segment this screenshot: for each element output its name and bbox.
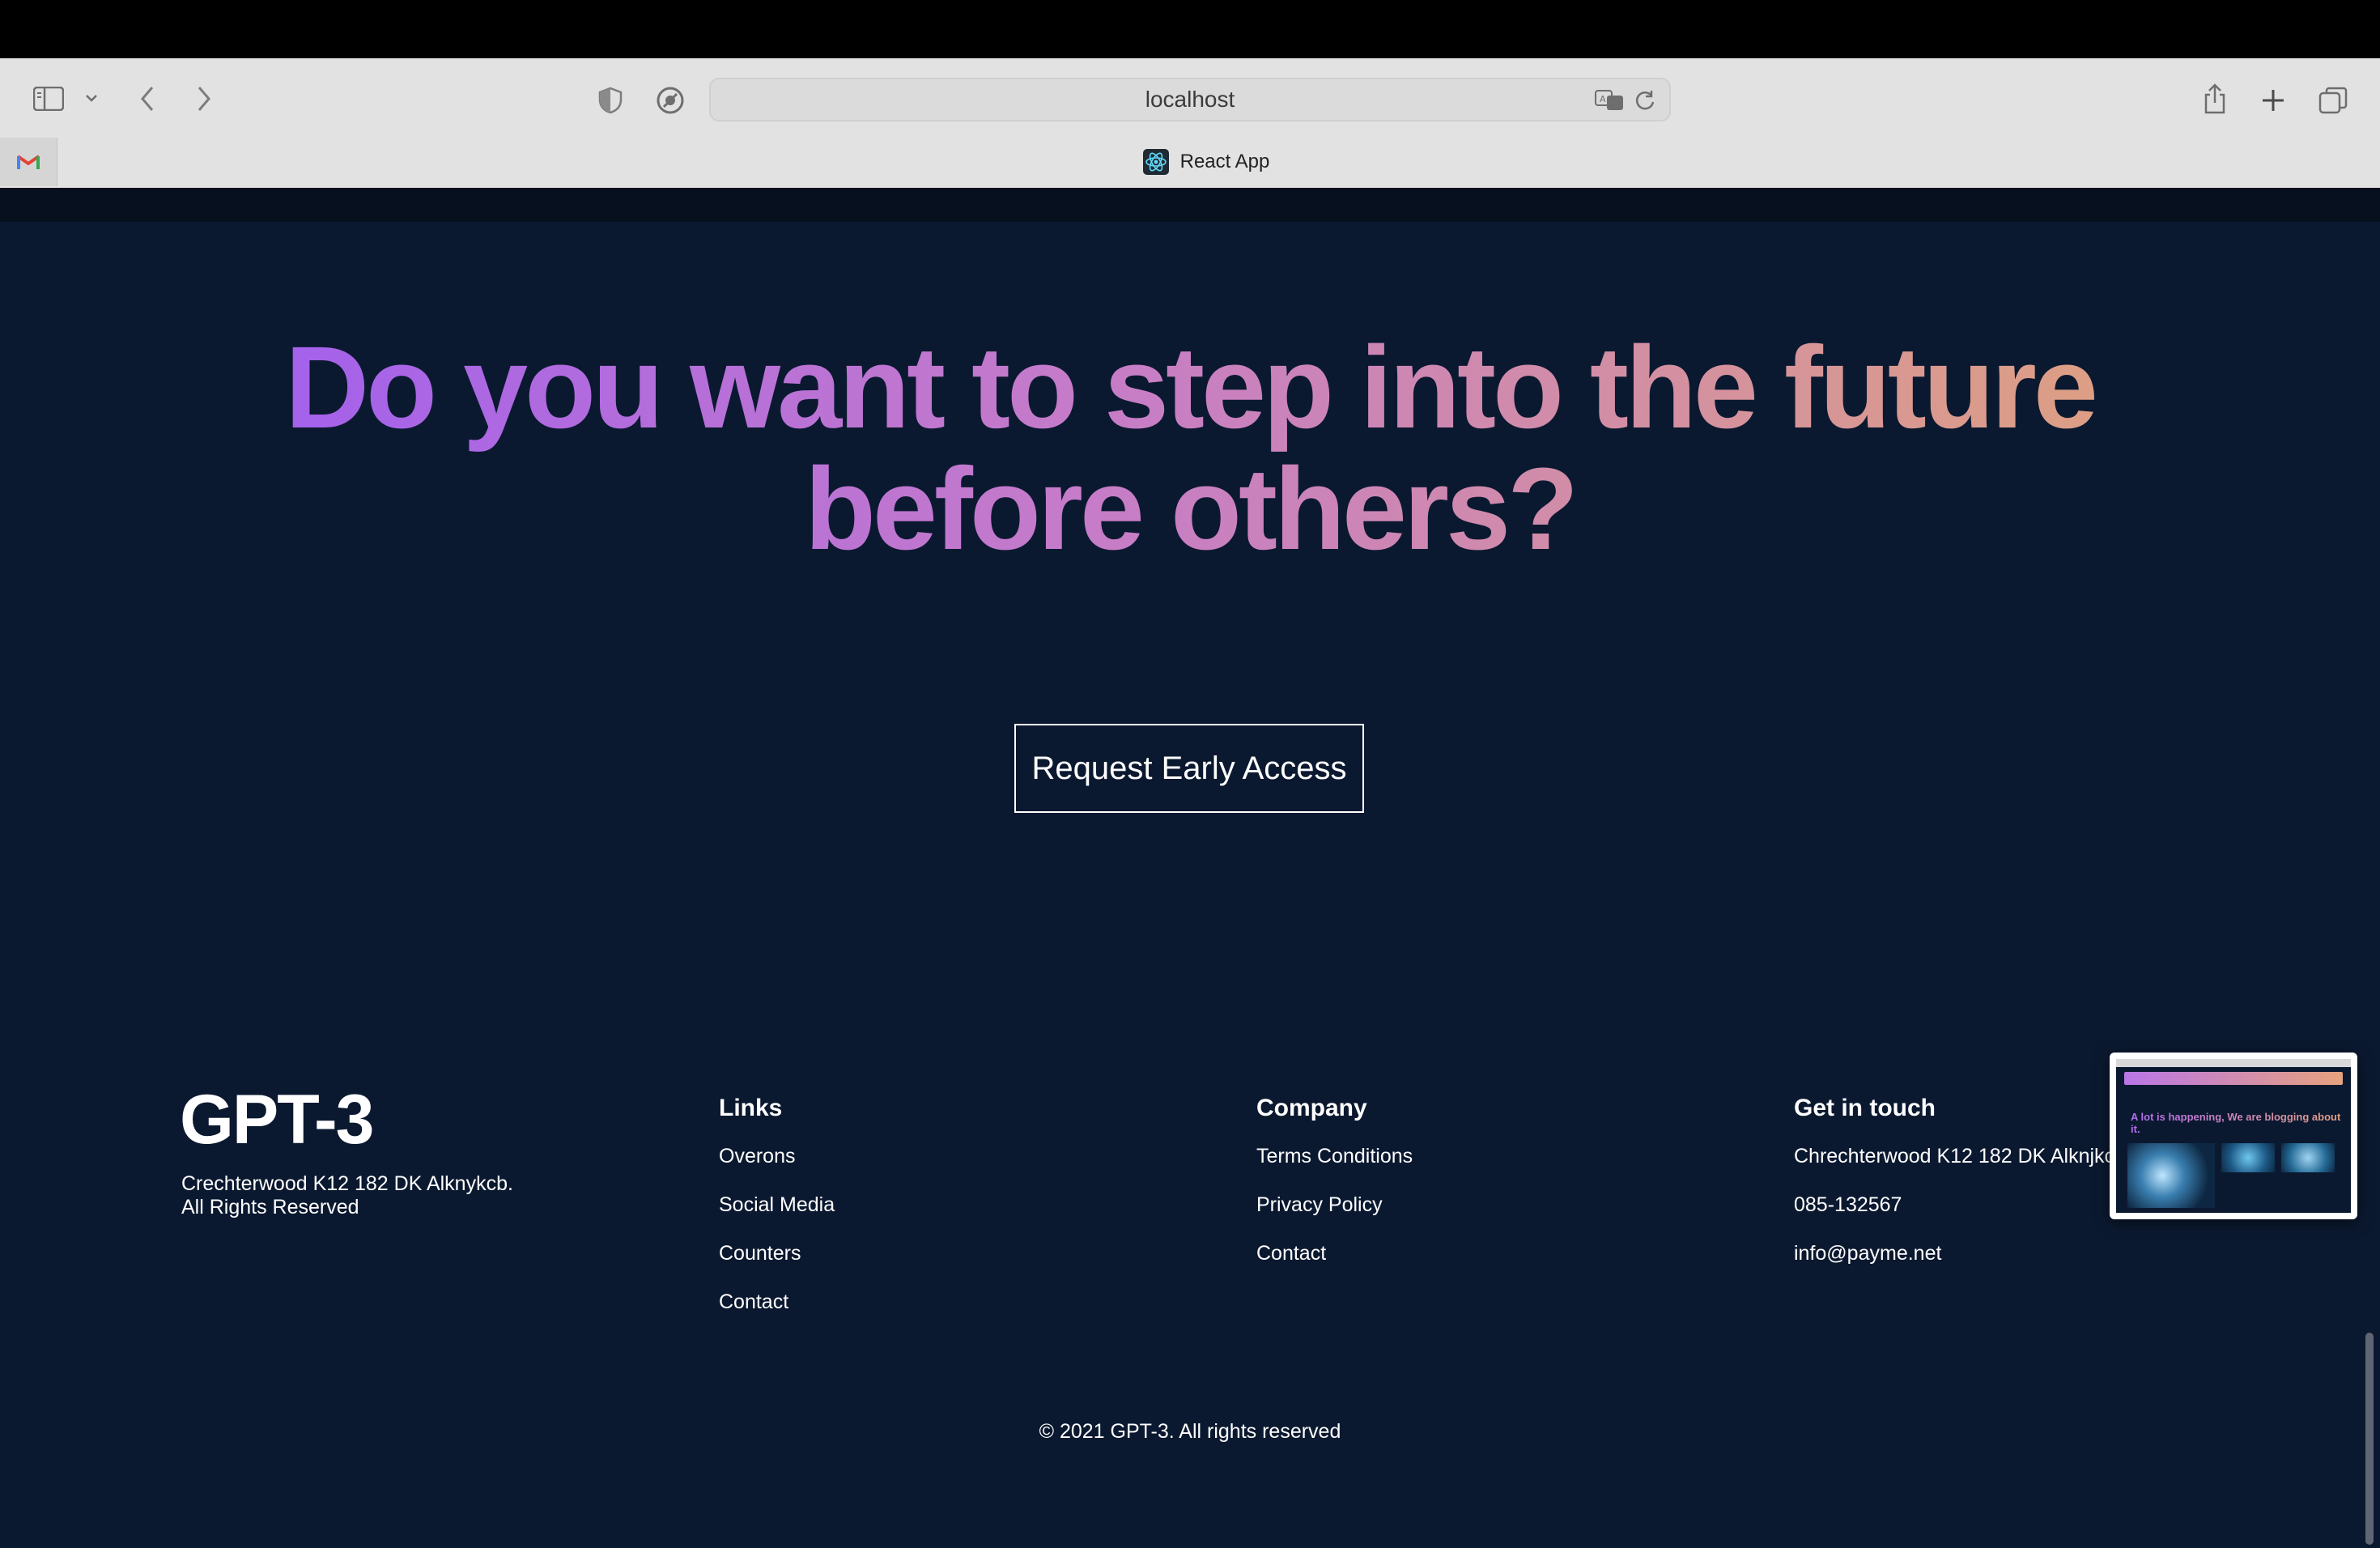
thumbnail-title: A lot is happening, We are blogging abou… [2131, 1111, 2351, 1135]
thumbnail-browser-bar [2116, 1059, 2351, 1067]
footer-contact-column: Get in touch Chrechterwood K12 182 DK Al… [1794, 1095, 2126, 1291]
thumbnail-preview: A lot is happening, We are blogging abou… [2116, 1059, 2351, 1213]
footer-link-contact[interactable]: Contact [719, 1291, 835, 1339]
footer-contact-email[interactable]: info@payme.net [1794, 1242, 2126, 1291]
tab-gmail[interactable] [0, 138, 57, 186]
screenshot-thumbnail[interactable]: A lot is happening, We are blogging abou… [2110, 1053, 2357, 1219]
reload-icon[interactable] [1630, 86, 1660, 115]
address-bar[interactable]: localhost A [709, 78, 1671, 121]
back-arrow-icon[interactable] [131, 81, 164, 117]
thumbnail-image [2281, 1143, 2335, 1172]
svg-text:A: A [1600, 94, 1606, 104]
footer-links-heading: Links [719, 1095, 783, 1121]
request-early-access-button[interactable]: Request Early Access [1014, 724, 1364, 813]
footer-link-terms[interactable]: Terms Conditions [1256, 1145, 1413, 1193]
footer-link-social-media[interactable]: Social Media [719, 1193, 835, 1242]
footer-company-column: Company Terms Conditions Privacy Policy … [1256, 1095, 1413, 1291]
footer-contact-heading: Get in touch [1794, 1095, 1936, 1121]
thumbnail-image [2221, 1143, 2275, 1172]
tab-react-app[interactable]: React App [1125, 138, 1287, 186]
translate-icon[interactable]: A [1593, 86, 1626, 115]
footer-contact-address: Chrechterwood K12 182 DK Alknjkcd [1794, 1145, 2126, 1167]
footer-contact-phone[interactable]: 085-132567 [1794, 1193, 2126, 1242]
footer-link-overons[interactable]: Overons [719, 1145, 835, 1193]
shield-icon[interactable] [593, 83, 628, 118]
system-menu-bar [0, 0, 2380, 58]
footer-logo: GPT-3 [180, 1081, 375, 1159]
tab-overview-icon[interactable] [2315, 83, 2351, 118]
tab-title: React App [1179, 151, 1270, 172]
gmail-icon [16, 155, 40, 169]
footer-link-privacy[interactable]: Privacy Policy [1256, 1193, 1413, 1242]
footer-link-company-contact[interactable]: Contact [1256, 1242, 1413, 1291]
scrollbar-thumb[interactable] [2365, 1333, 2374, 1545]
page-content: Do you want to step into the future befo… [0, 188, 2380, 1548]
forward-arrow-icon[interactable] [188, 81, 220, 117]
footer-copyright: © 2021 GPT-3. All rights reserved [1039, 1420, 1341, 1443]
url-text[interactable]: localhost [711, 79, 1669, 120]
browser-toolbar: localhost A React App [0, 58, 2380, 189]
react-icon [1142, 149, 1169, 175]
footer-link-counters[interactable]: Counters [719, 1242, 835, 1291]
sidebar-toggle-icon[interactable] [31, 81, 66, 117]
chevron-down-icon[interactable] [81, 87, 102, 108]
footer-address: Crechterwood K12 182 DK Alknykcb. All Ri… [181, 1172, 570, 1219]
footer-company-heading: Company [1256, 1095, 1367, 1121]
thumbnail-banner [2124, 1072, 2343, 1085]
cta-headline: Do you want to step into the future befo… [162, 327, 2218, 570]
footer-links-column: Links Overons Social Media Counters Cont… [719, 1095, 835, 1339]
share-icon[interactable] [2197, 79, 2233, 118]
new-tab-icon[interactable] [2255, 83, 2291, 118]
footer-address-line: Crechterwood K12 182 DK Alknykcb. [181, 1172, 513, 1195]
privacy-report-icon[interactable] [652, 83, 688, 118]
tab-bar: React App [0, 138, 2380, 188]
thumbnail-image [2127, 1143, 2215, 1208]
page-top-band [0, 188, 2380, 222]
footer-rights-line: All Rights Reserved [181, 1196, 359, 1218]
